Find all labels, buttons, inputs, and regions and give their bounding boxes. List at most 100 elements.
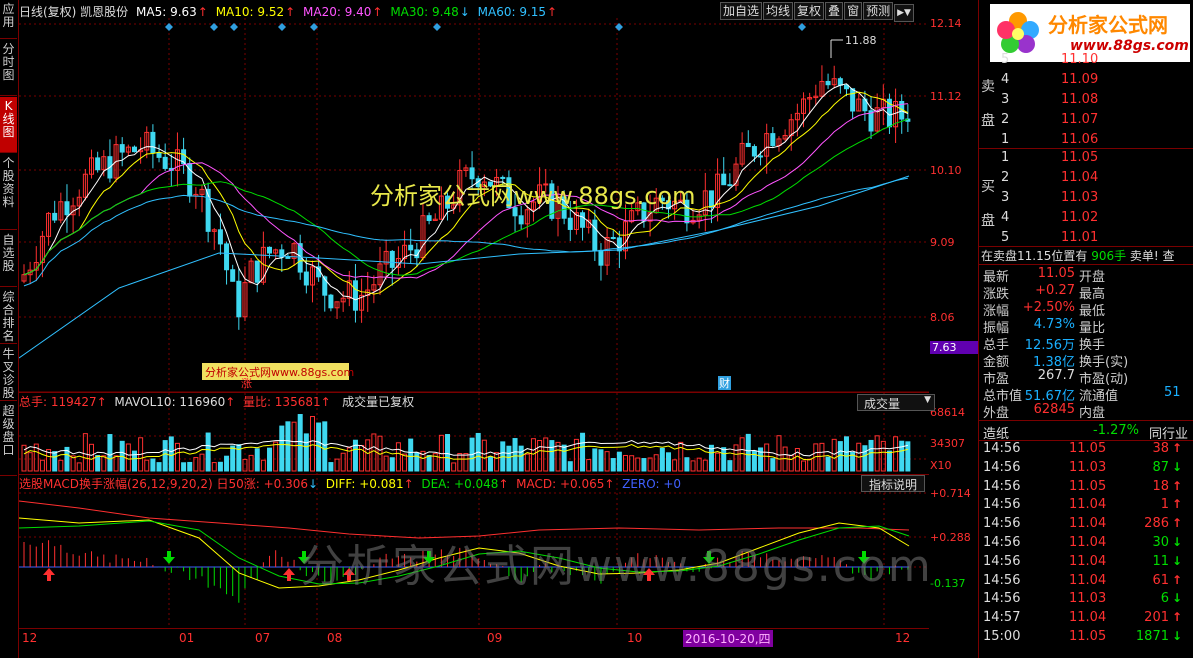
tick-volume: 61 — [1152, 572, 1169, 588]
volume-bar — [721, 447, 727, 472]
tab-0[interactable]: 应用 — [0, 0, 17, 39]
toolbar-button-5[interactable]: 预测 — [863, 2, 894, 20]
candle-body — [95, 157, 101, 171]
stock-title[interactable]: 日线(复权) 凯恩股份 — [19, 5, 128, 19]
toolbar-button-0[interactable]: 加自选 — [720, 2, 763, 20]
tab-1[interactable]: 分时图 — [0, 40, 17, 96]
signal-diamond — [165, 23, 173, 31]
candle-body — [598, 249, 604, 266]
ma5-label: MA5: 9.63 — [136, 5, 197, 19]
tick-volume: 18 — [1152, 478, 1169, 494]
volume-bar — [702, 459, 708, 472]
candle-body — [389, 250, 395, 268]
volume-bar — [224, 455, 230, 472]
tab-same-industry[interactable]: 同行业 — [1149, 423, 1188, 442]
volume-bar — [665, 452, 671, 472]
price-tick: 10.10 — [930, 164, 962, 177]
tab-4[interactable]: 自选股 — [0, 231, 17, 287]
level-price: 11.09 — [1061, 72, 1099, 87]
tick-row: 14:57 11.04 201 ↑ — [979, 610, 1193, 628]
tick-time: 14:57 — [983, 610, 1021, 626]
stat-row: 外盘 62845 内盘 — [979, 402, 1193, 421]
buy-level[interactable]: 4 11.02 — [979, 210, 1193, 230]
tick-row: 14:56 11.04 11 ↓ — [979, 554, 1193, 572]
industry-row[interactable]: 造纸 -1.27% 同行业 — [979, 420, 1193, 442]
buy-level[interactable]: 3 11.03 — [979, 190, 1193, 210]
candle-body — [721, 173, 727, 186]
volume-bar — [629, 455, 635, 472]
sell-level[interactable]: 5 11.10 — [979, 52, 1193, 72]
tick-volume: 11 — [1152, 553, 1169, 569]
candle-body — [518, 215, 524, 225]
candle-body — [64, 201, 70, 216]
sell-level[interactable]: 1 11.06 — [979, 132, 1193, 152]
tab-2[interactable]: K线图 — [0, 97, 17, 153]
menu-arrow-icon[interactable]: ▶▼ — [894, 4, 914, 22]
volume-bar — [95, 455, 101, 472]
volume-bar — [334, 458, 340, 472]
volume-note: 成交量已复权 — [342, 395, 415, 409]
level-price: 11.08 — [1061, 92, 1099, 107]
volume-bar — [874, 435, 880, 472]
tab-7[interactable]: 超级盘口 — [0, 402, 17, 476]
stat-value: 62845 — [1033, 402, 1075, 417]
volume-bar — [880, 440, 886, 472]
toolbar-button-2[interactable]: 复权 — [794, 2, 825, 20]
buy-level[interactable]: 1 11.05 — [979, 150, 1193, 170]
order-notice[interactable]: 在卖盘11.15位置有 906手 卖单! 查 — [981, 247, 1193, 264]
toolbar-button-1[interactable]: 均线 — [763, 2, 794, 20]
volume-bar — [101, 455, 107, 472]
tick-price: 11.05 — [1069, 629, 1107, 644]
volume-bar — [530, 438, 536, 472]
volume-bar — [819, 442, 825, 472]
high-marker-label: 11.88 — [845, 34, 877, 47]
tick-volume: 201 — [1144, 610, 1169, 626]
toolbar-button-3[interactable]: 叠 — [825, 2, 844, 20]
volume-bar — [862, 445, 868, 472]
tick-row: 14:56 11.04 61 ↑ — [979, 573, 1193, 591]
sell-level[interactable]: 3 11.08 — [979, 92, 1193, 112]
tab-6[interactable]: 牛叉诊股 — [0, 345, 17, 401]
volume-bar — [211, 462, 217, 472]
candle-body — [328, 294, 334, 309]
candle-body — [224, 243, 230, 271]
tick-row: 14:56 11.05 18 ↑ — [979, 479, 1193, 497]
candle-body — [592, 219, 598, 251]
level-price: 11.06 — [1061, 132, 1099, 147]
candle-body — [150, 131, 156, 154]
toolbar-button-4[interactable]: 窗 — [844, 2, 863, 20]
arrow-up-icon: ↑ — [1172, 516, 1183, 531]
volume-bar — [156, 462, 162, 472]
volume-bar — [309, 416, 315, 472]
volume-bar — [76, 462, 82, 472]
volume-bar — [788, 455, 794, 472]
volume-bar — [893, 436, 899, 472]
industry-change: -1.27% — [1093, 423, 1139, 438]
mavol-label: MAVOL10: 116960 — [114, 395, 226, 409]
ma60-label: MA60: 9.15 — [477, 5, 547, 19]
candle-body — [156, 152, 162, 158]
tick-time: 15:00 — [983, 629, 1021, 644]
tab-5[interactable]: 综合排名 — [0, 288, 17, 344]
indicator-help-button[interactable]: 指标说明 — [861, 475, 925, 492]
candle-body — [751, 146, 757, 157]
candle-body — [580, 212, 586, 228]
tab-3[interactable]: 个股资料 — [0, 154, 17, 230]
price-tick: 12.14 — [930, 17, 962, 30]
tick-volume: 30 — [1152, 535, 1169, 550]
volume-bar — [340, 452, 346, 472]
volume-bar — [144, 459, 150, 472]
tick-time: 14:56 — [983, 497, 1021, 513]
volume-dropdown[interactable]: 成交量 ▼ — [857, 394, 935, 411]
volume-bar — [445, 434, 451, 472]
sell-level[interactable]: 4 11.09 — [979, 72, 1193, 92]
level-num: 4 — [1001, 72, 1010, 87]
candle-body — [567, 217, 573, 230]
tick-row: 14:56 11.03 6 ↓ — [979, 591, 1193, 609]
ma30-label: MA30: 9.48 — [390, 5, 459, 19]
volume-bar — [389, 457, 395, 472]
volume-bar — [616, 451, 622, 472]
volume-bar — [659, 447, 665, 472]
buy-level[interactable]: 2 11.04 — [979, 170, 1193, 190]
sell-level[interactable]: 2 11.07 — [979, 112, 1193, 132]
